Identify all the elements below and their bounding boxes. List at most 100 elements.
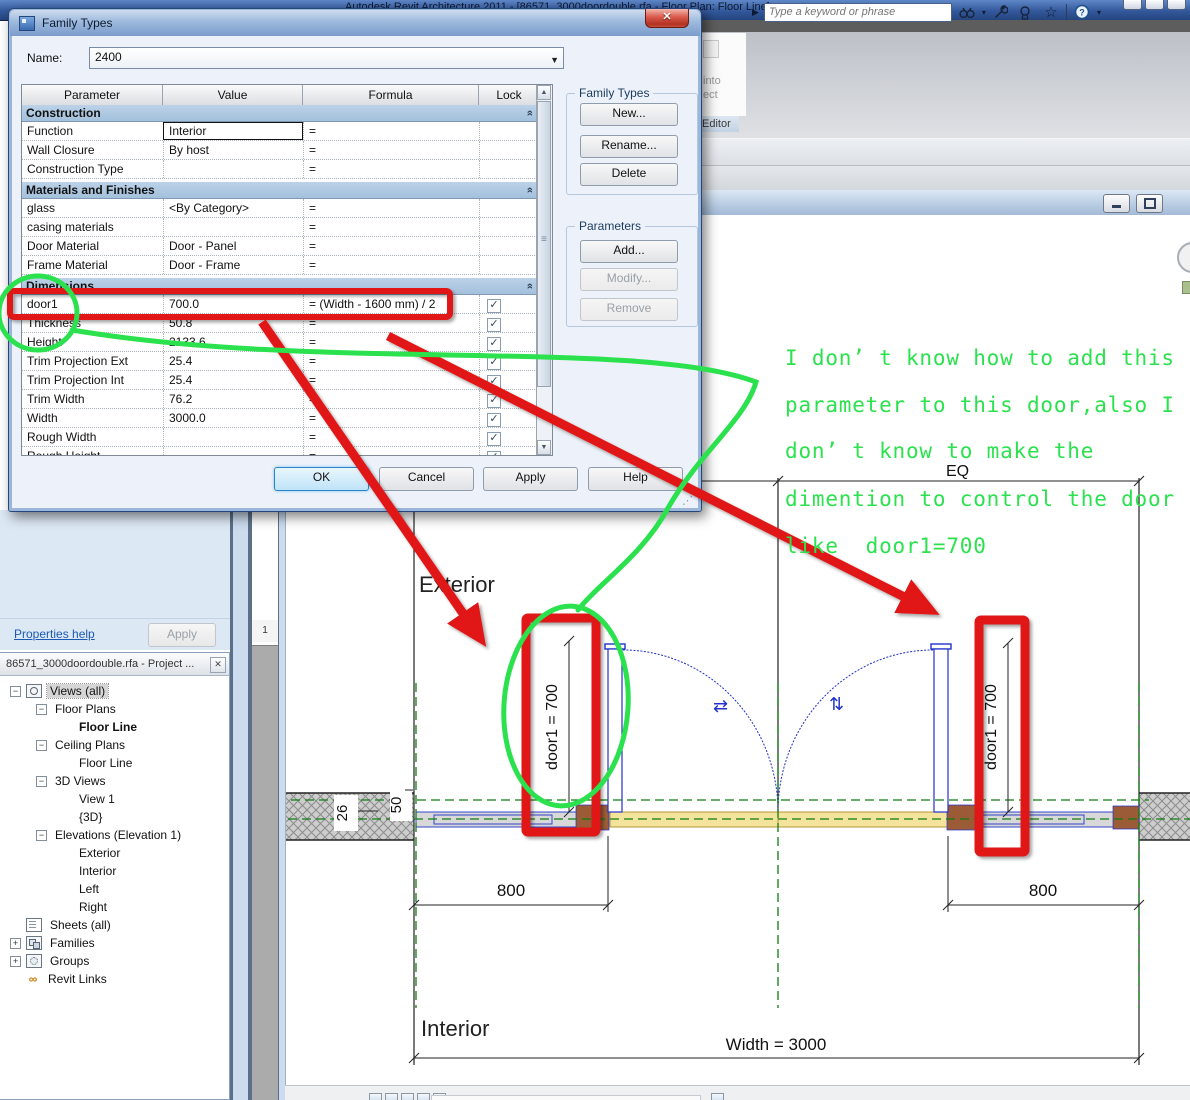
tree-item-floor-line[interactable]: Floor Line — [0, 718, 229, 736]
lock-checkbox[interactable]: ✓ — [487, 318, 501, 332]
param-formula-cell[interactable]: = — [303, 256, 479, 274]
cancel-button[interactable]: Cancel — [379, 467, 474, 491]
properties-apply-button[interactable]: Apply — [148, 623, 216, 647]
close-window-button[interactable] — [1167, 0, 1186, 10]
expand-toggle-icon[interactable]: − — [36, 704, 47, 715]
param-formula-cell[interactable]: = — [303, 199, 479, 217]
table-scrollbar[interactable]: ▲ ▼ — [536, 85, 552, 455]
param-formula-cell[interactable]: = — [303, 314, 479, 332]
minimize-window-button[interactable] — [1123, 0, 1142, 10]
lock-checkbox[interactable]: ✓ — [487, 356, 501, 370]
tree-item-right[interactable]: Right — [0, 898, 229, 916]
param-value-cell[interactable]: 76.2 — [163, 390, 303, 408]
search-binoculars-icon[interactable] — [957, 3, 977, 21]
lock-checkbox[interactable]: ✓ — [487, 337, 501, 351]
flip-control-horizontal-icon[interactable]: ⇄ — [713, 696, 728, 716]
param-formula-cell[interactable]: = — [303, 333, 479, 351]
param-formula-cell[interactable]: = — [303, 352, 479, 370]
ok-button[interactable]: OK — [274, 467, 369, 491]
tree-item-3d-views[interactable]: −3D Views — [0, 772, 229, 790]
param-row-glass[interactable]: glass<By Category>= — [22, 199, 539, 218]
tree-item-floor-plans[interactable]: −Floor Plans — [0, 700, 229, 718]
tree-item-left[interactable]: Left — [0, 880, 229, 898]
param-value-cell[interactable]: 25.4 — [163, 352, 303, 370]
door-panel-right[interactable] — [931, 644, 951, 812]
scrollbar-thumb[interactable] — [537, 101, 551, 387]
help-icon[interactable]: ? — [1072, 3, 1092, 21]
load-into-project-button[interactable]: into ect — [700, 33, 746, 116]
scale-icon[interactable] — [369, 1093, 382, 1100]
dim-50[interactable]: 50 — [388, 789, 413, 821]
param-value-cell[interactable]: Door - Panel — [163, 237, 303, 255]
delete-button[interactable]: Delete — [580, 163, 678, 186]
rename-button[interactable]: Rename... — [580, 135, 678, 158]
tree-item-3d[interactable]: {3D} — [0, 808, 229, 826]
param-row-construction-type[interactable]: Construction Type= — [22, 160, 539, 179]
add-button[interactable]: Add... — [580, 240, 678, 263]
param-row-wall-closure[interactable]: Wall ClosureBy host= — [22, 141, 539, 160]
param-formula-cell[interactable]: = — [303, 447, 479, 456]
param-row-trim-width[interactable]: Trim Width76.2=✓ — [22, 390, 539, 409]
param-row-trim-projection-int[interactable]: Trim Projection Int25.4=✓ — [22, 371, 539, 390]
param-formula-cell[interactable]: = — [303, 122, 479, 140]
param-row-height[interactable]: Height2133.6=✓ — [22, 333, 539, 352]
dialog-close-button[interactable]: ✕ — [645, 9, 689, 28]
param-row-function[interactable]: FunctionInterior= — [22, 122, 539, 141]
door1-dimension-right[interactable]: door1 = 700 — [983, 638, 1013, 817]
project-browser-close-icon[interactable]: ✕ — [210, 657, 226, 673]
width-dimension[interactable] — [409, 1053, 1144, 1063]
collapse-chevron-icon[interactable]: » — [524, 187, 536, 193]
param-formula-cell[interactable]: = — [303, 409, 479, 427]
param-value-cell[interactable] — [163, 428, 303, 446]
navigation-bar-icon[interactable] — [1182, 281, 1190, 294]
collapse-chevron-icon[interactable]: » — [524, 110, 536, 116]
view-restore-button[interactable] — [1136, 194, 1163, 213]
tree-item-interior[interactable]: Interior — [0, 862, 229, 880]
lock-checkbox[interactable]: ✓ — [487, 413, 501, 427]
scroll-up-icon[interactable]: ▲ — [537, 85, 551, 100]
expand-toggle-icon[interactable]: + — [10, 938, 21, 949]
tree-item-revit-links[interactable]: ∞Revit Links — [0, 970, 229, 988]
header-lock[interactable]: Lock — [479, 85, 539, 105]
infocenter-collapse-icon[interactable]: ▶ — [752, 7, 759, 18]
param-value-cell[interactable]: By host — [163, 141, 303, 159]
tree-item-ceiling-plans[interactable]: −Ceiling Plans — [0, 736, 229, 754]
param-value-cell[interactable]: 50.8 — [163, 314, 303, 332]
header-value[interactable]: Value — [163, 85, 303, 105]
param-row-casing-materials[interactable]: casing materials= — [22, 218, 539, 237]
param-row-door1[interactable]: door1700.0= (Width - 1600 mm) / 2✓ — [22, 295, 539, 314]
expand-toggle-icon[interactable]: − — [10, 686, 21, 697]
lock-checkbox[interactable]: ✓ — [487, 375, 501, 389]
param-value-cell[interactable]: Interior — [163, 122, 303, 140]
param-formula-cell[interactable]: = — [303, 218, 479, 236]
param-value-cell[interactable] — [163, 218, 303, 236]
lock-checkbox[interactable]: ✓ — [487, 432, 501, 446]
restore-window-button[interactable] — [1145, 0, 1164, 10]
favorites-star-icon[interactable]: ☆ — [1041, 3, 1061, 21]
tree-item-floor-line[interactable]: Floor Line — [0, 754, 229, 772]
param-formula-cell[interactable]: = — [303, 428, 479, 446]
new-button[interactable]: New... — [580, 103, 678, 126]
expand-toggle-icon[interactable]: − — [36, 776, 47, 787]
param-row-width[interactable]: Width3000.0=✓ — [22, 409, 539, 428]
param-value-cell[interactable]: <By Category> — [163, 199, 303, 217]
collapse-chevron-icon[interactable]: » — [524, 283, 536, 289]
param-value-cell[interactable]: 25.4 — [163, 371, 303, 389]
header-formula[interactable]: Formula — [303, 85, 479, 105]
tree-item-view-1[interactable]: View 1 — [0, 790, 229, 808]
tree-item-elevations-elevation-1[interactable]: −Elevations (Elevation 1) — [0, 826, 229, 844]
param-formula-cell[interactable]: = — [303, 390, 479, 408]
help-button[interactable]: Help — [588, 467, 683, 491]
resize-grip-icon[interactable]: ⋰ — [682, 494, 693, 507]
param-row-rough-height[interactable]: Rough Height=✓ — [22, 447, 539, 456]
tree-item-views-all[interactable]: −Views (all) — [0, 682, 229, 700]
communication-wrench-icon[interactable] — [991, 3, 1011, 21]
dim-800-left[interactable] — [409, 836, 613, 912]
apply-button[interactable]: Apply — [483, 467, 578, 491]
door-panel-left[interactable] — [605, 644, 625, 812]
flip-control-vertical-icon[interactable]: ⇅ — [829, 694, 844, 714]
properties-help-link[interactable]: Properties help — [14, 627, 95, 641]
lock-checkbox[interactable]: ✓ — [487, 451, 501, 456]
param-value-cell[interactable] — [163, 160, 303, 178]
param-value-cell[interactable]: 3000.0 — [163, 409, 303, 427]
